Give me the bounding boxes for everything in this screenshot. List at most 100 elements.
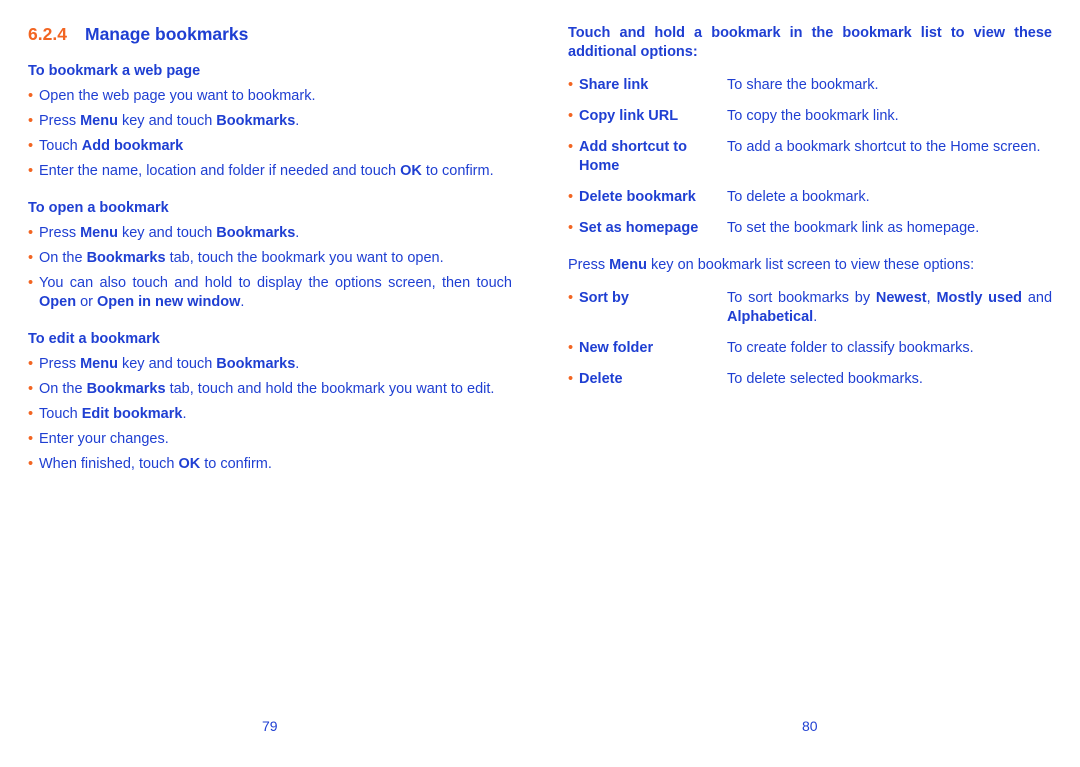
bullet-item: Press Menu key and touch Bookmarks. bbox=[28, 355, 512, 374]
bullet-item: When finished, touch OK to confirm. bbox=[28, 455, 512, 474]
option-row: New folderTo create folder to classify b… bbox=[568, 339, 1052, 358]
section-title: 6.2.4 Manage bookmarks bbox=[28, 24, 512, 45]
page-number-right: 80 bbox=[802, 718, 818, 734]
bold-term: OK bbox=[178, 456, 201, 472]
menu-options-list: Sort byTo sort bookmarks by Newest, Most… bbox=[568, 289, 1052, 389]
text-run: . bbox=[295, 356, 300, 372]
text-run: key and touch bbox=[117, 113, 217, 129]
option-description: To create folder to classify bookmarks. bbox=[727, 339, 1052, 358]
option-name: Copy link URL bbox=[568, 107, 727, 126]
text-run: Enter the name, location and folder if n… bbox=[39, 163, 401, 179]
bullet-item: Press Menu key and touch Bookmarks. bbox=[28, 112, 512, 131]
bold-term: Menu bbox=[80, 225, 118, 241]
menu-options-intro: Press Menu key on bookmark list screen t… bbox=[568, 256, 1052, 275]
text-run: tab, touch the bookmark you want to open… bbox=[165, 250, 444, 266]
option-name: New folder bbox=[568, 339, 727, 358]
left-page: 6.2.4 Manage bookmarks To bookmark a web… bbox=[28, 24, 512, 492]
text-run: To delete selected bookmarks. bbox=[727, 371, 923, 387]
text-run: When finished, touch bbox=[39, 456, 179, 472]
text-run: To delete a bookmark. bbox=[727, 189, 870, 205]
option-name: Add shortcut to Home bbox=[568, 138, 727, 176]
text-run: To copy the bookmark link. bbox=[727, 108, 899, 124]
option-name: Delete bbox=[568, 370, 727, 389]
text-run: Enter your changes. bbox=[39, 431, 169, 447]
bullet-item: You can also touch and hold to display t… bbox=[28, 274, 512, 312]
left-sections: To bookmark a web page Open the web page … bbox=[28, 62, 512, 474]
subsection-heading: To edit a bookmark bbox=[28, 331, 160, 347]
option-row: Share linkTo share the bookmark. bbox=[568, 76, 1052, 95]
text-run: You can also touch and hold to display t… bbox=[39, 275, 512, 291]
text-run: . bbox=[813, 309, 818, 325]
right-page: Touch and hold a bookmark in the bookmar… bbox=[568, 24, 1052, 401]
subsection: To edit a bookmark Press Menu key and tou… bbox=[28, 330, 512, 474]
bold-term: Bookmarks bbox=[86, 250, 166, 266]
option-row: Set as homepageTo set the bookmark link … bbox=[568, 219, 1052, 238]
option-name: Share link bbox=[568, 76, 727, 95]
text-run: Open the web page you want to bookmark. bbox=[39, 88, 316, 104]
option-row: Delete bookmarkTo delete a bookmark. bbox=[568, 188, 1052, 207]
option-row: Copy link URLTo copy the bookmark link. bbox=[568, 107, 1052, 126]
option-description: To delete a bookmark. bbox=[727, 188, 1052, 207]
text-run: to confirm. bbox=[200, 456, 272, 472]
text-run: Press bbox=[39, 356, 81, 372]
text-run: key and touch bbox=[117, 225, 217, 241]
bullet-item: Press Menu key and touch Bookmarks. bbox=[28, 224, 512, 243]
subsection: To open a bookmark Press Menu key and tou… bbox=[28, 199, 512, 312]
text-run: . bbox=[295, 225, 300, 241]
text-run: to confirm. bbox=[421, 163, 494, 179]
option-description: To add a bookmark shortcut to the Home s… bbox=[727, 138, 1052, 176]
options-intro: Touch and hold a bookmark in the bookmar… bbox=[568, 25, 1052, 60]
bullet-item: On the Bookmarks tab, touch the bookmark… bbox=[28, 249, 512, 268]
bold-term: Edit bookmark bbox=[81, 406, 183, 422]
bold-term: Add bookmark bbox=[81, 138, 184, 154]
bullet-item: Open the web page you want to bookmark. bbox=[28, 87, 512, 106]
option-name: Set as homepage bbox=[568, 219, 727, 238]
option-row: Add shortcut to HomeTo add a bookmark sh… bbox=[568, 138, 1052, 176]
text-run: . bbox=[182, 406, 187, 422]
text-run: . bbox=[240, 294, 245, 310]
option-description: To sort bookmarks by Newest, Mostly used… bbox=[727, 289, 1052, 327]
bullet-item: Touch Edit bookmark. bbox=[28, 405, 512, 424]
text-run: key and touch bbox=[117, 356, 217, 372]
text-run: To create folder to classify bookmarks. bbox=[727, 340, 974, 356]
subsection-heading: To bookmark a web page bbox=[28, 63, 201, 79]
text-run: . bbox=[295, 113, 300, 129]
text-run: On the bbox=[39, 381, 87, 397]
bullet-item: On the Bookmarks tab, touch and hold the… bbox=[28, 380, 512, 399]
bold-term: Open bbox=[39, 294, 77, 310]
text-run: key on bookmark list screen to view thes… bbox=[646, 257, 975, 273]
bold-term: Bookmarks bbox=[86, 381, 166, 397]
option-row: DeleteTo delete selected bookmarks. bbox=[568, 370, 1052, 389]
subsection: To bookmark a web page Open the web page … bbox=[28, 62, 512, 181]
bullet-item: Enter the name, location and folder if n… bbox=[28, 162, 512, 181]
text-run: Touch bbox=[39, 138, 82, 154]
subsection-heading: To open a bookmark bbox=[28, 200, 169, 216]
text-run: To add a bookmark shortcut to the Home s… bbox=[727, 139, 1041, 155]
bold-term: Newest bbox=[875, 290, 927, 306]
option-description: To delete selected bookmarks. bbox=[727, 370, 1052, 389]
text-run: To set the bookmark link as homepage. bbox=[727, 220, 980, 236]
option-description: To copy the bookmark link. bbox=[727, 107, 1052, 126]
bold-term: Bookmarks bbox=[216, 356, 296, 372]
text-run: tab, touch and hold the bookmark you wan… bbox=[165, 381, 495, 397]
bold-term: OK bbox=[400, 163, 422, 179]
text-run: Press bbox=[39, 225, 81, 241]
bookmark-options-list: Share linkTo share the bookmark. Copy lin… bbox=[568, 76, 1052, 238]
text-run: or bbox=[76, 294, 98, 310]
text-run: Touch bbox=[39, 406, 82, 422]
option-name: Sort by bbox=[568, 289, 727, 327]
text-run: Press bbox=[568, 257, 610, 273]
text-run: , bbox=[926, 290, 937, 306]
text-run: To sort bookmarks by bbox=[727, 290, 876, 306]
text-run: and bbox=[1022, 290, 1053, 306]
option-name: Delete bookmark bbox=[568, 188, 727, 207]
option-row: Sort byTo sort bookmarks by Newest, Most… bbox=[568, 289, 1052, 327]
bold-term: Bookmarks bbox=[216, 113, 296, 129]
bullet-item: Touch Add bookmark bbox=[28, 137, 512, 156]
text-run: On the bbox=[39, 250, 87, 266]
bold-term: Menu bbox=[80, 113, 118, 129]
section-number: 6.2.4 bbox=[28, 24, 67, 44]
page-number-left: 79 bbox=[262, 718, 278, 734]
bold-term: Mostly used bbox=[936, 290, 1023, 306]
bold-term: Menu bbox=[80, 356, 118, 372]
